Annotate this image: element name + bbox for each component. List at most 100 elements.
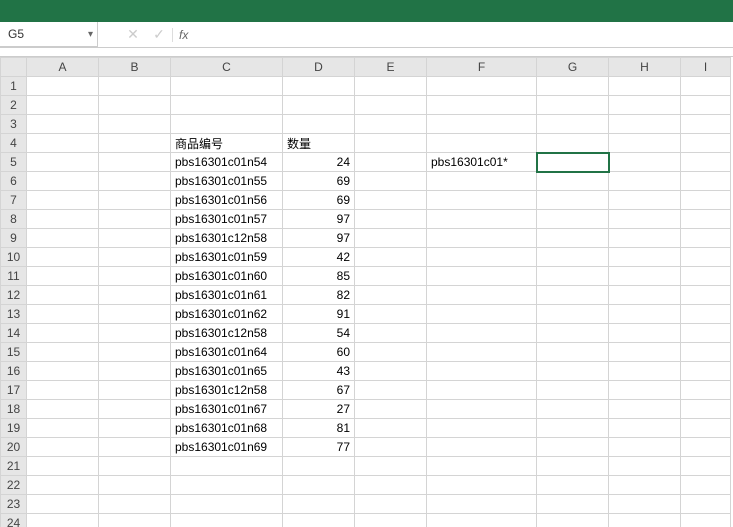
cell-D2[interactable]	[283, 96, 355, 115]
cell-I22[interactable]	[681, 476, 731, 495]
cell-E19[interactable]	[355, 419, 427, 438]
cell-B22[interactable]	[99, 476, 171, 495]
cell-C19[interactable]: pbs16301c01n68	[171, 419, 283, 438]
cell-E1[interactable]	[355, 77, 427, 96]
cell-A12[interactable]	[27, 286, 99, 305]
cell-D14[interactable]: 54	[283, 324, 355, 343]
cell-C10[interactable]: pbs16301c01n59	[171, 248, 283, 267]
cell-E11[interactable]	[355, 267, 427, 286]
cell-E22[interactable]	[355, 476, 427, 495]
cell-E8[interactable]	[355, 210, 427, 229]
row-header-22[interactable]: 22	[1, 476, 27, 495]
cell-G19[interactable]	[537, 419, 609, 438]
cell-F13[interactable]	[427, 305, 537, 324]
cell-I19[interactable]	[681, 419, 731, 438]
cell-A9[interactable]	[27, 229, 99, 248]
row-header-21[interactable]: 21	[1, 457, 27, 476]
row-header-18[interactable]: 18	[1, 400, 27, 419]
cell-E2[interactable]	[355, 96, 427, 115]
cell-C22[interactable]	[171, 476, 283, 495]
cell-G24[interactable]	[537, 514, 609, 527]
cell-E4[interactable]	[355, 134, 427, 153]
cell-I5[interactable]	[681, 153, 731, 172]
cell-B19[interactable]	[99, 419, 171, 438]
cell-C20[interactable]: pbs16301c01n69	[171, 438, 283, 457]
cell-D9[interactable]: 97	[283, 229, 355, 248]
cell-F5[interactable]: pbs16301c01*	[427, 153, 537, 172]
cell-E13[interactable]	[355, 305, 427, 324]
cell-D18[interactable]: 27	[283, 400, 355, 419]
cell-H9[interactable]	[609, 229, 681, 248]
cell-I17[interactable]	[681, 381, 731, 400]
cell-G20[interactable]	[537, 438, 609, 457]
cell-C11[interactable]: pbs16301c01n60	[171, 267, 283, 286]
cell-I18[interactable]	[681, 400, 731, 419]
cell-G8[interactable]	[537, 210, 609, 229]
cell-F20[interactable]	[427, 438, 537, 457]
cell-F3[interactable]	[427, 115, 537, 134]
cell-A15[interactable]	[27, 343, 99, 362]
col-header-C[interactable]: C	[171, 58, 283, 77]
cell-B9[interactable]	[99, 229, 171, 248]
cell-H15[interactable]	[609, 343, 681, 362]
cell-A18[interactable]	[27, 400, 99, 419]
cell-I1[interactable]	[681, 77, 731, 96]
cell-H18[interactable]	[609, 400, 681, 419]
cell-C15[interactable]: pbs16301c01n64	[171, 343, 283, 362]
cell-H11[interactable]	[609, 267, 681, 286]
row-header-7[interactable]: 7	[1, 191, 27, 210]
cell-G15[interactable]	[537, 343, 609, 362]
cell-H21[interactable]	[609, 457, 681, 476]
cell-H6[interactable]	[609, 172, 681, 191]
cell-C9[interactable]: pbs16301c12n58	[171, 229, 283, 248]
cell-D10[interactable]: 42	[283, 248, 355, 267]
cell-C8[interactable]: pbs16301c01n57	[171, 210, 283, 229]
cell-B1[interactable]	[99, 77, 171, 96]
cell-I23[interactable]	[681, 495, 731, 514]
cell-A3[interactable]	[27, 115, 99, 134]
cell-H5[interactable]	[609, 153, 681, 172]
cell-A4[interactable]	[27, 134, 99, 153]
row-header-23[interactable]: 23	[1, 495, 27, 514]
cell-I6[interactable]	[681, 172, 731, 191]
col-header-A[interactable]: A	[27, 58, 99, 77]
cell-G14[interactable]	[537, 324, 609, 343]
cell-E21[interactable]	[355, 457, 427, 476]
cell-G1[interactable]	[537, 77, 609, 96]
cell-I2[interactable]	[681, 96, 731, 115]
cell-B12[interactable]	[99, 286, 171, 305]
cell-E9[interactable]	[355, 229, 427, 248]
cell-I16[interactable]	[681, 362, 731, 381]
cell-I21[interactable]	[681, 457, 731, 476]
cell-H17[interactable]	[609, 381, 681, 400]
cell-A1[interactable]	[27, 77, 99, 96]
row-header-17[interactable]: 17	[1, 381, 27, 400]
cell-B17[interactable]	[99, 381, 171, 400]
cell-A5[interactable]	[27, 153, 99, 172]
cell-D20[interactable]: 77	[283, 438, 355, 457]
cell-G7[interactable]	[537, 191, 609, 210]
cell-E16[interactable]	[355, 362, 427, 381]
row-header-2[interactable]: 2	[1, 96, 27, 115]
row-header-13[interactable]: 13	[1, 305, 27, 324]
cell-B20[interactable]	[99, 438, 171, 457]
cell-H4[interactable]	[609, 134, 681, 153]
cell-F19[interactable]	[427, 419, 537, 438]
cell-A17[interactable]	[27, 381, 99, 400]
cell-H2[interactable]	[609, 96, 681, 115]
row-header-9[interactable]: 9	[1, 229, 27, 248]
cell-B14[interactable]	[99, 324, 171, 343]
cell-C5[interactable]: pbs16301c01n54	[171, 153, 283, 172]
cell-D12[interactable]: 82	[283, 286, 355, 305]
cell-E24[interactable]	[355, 514, 427, 527]
cell-E6[interactable]	[355, 172, 427, 191]
cell-F2[interactable]	[427, 96, 537, 115]
cell-C2[interactable]	[171, 96, 283, 115]
cell-F8[interactable]	[427, 210, 537, 229]
cell-C18[interactable]: pbs16301c01n67	[171, 400, 283, 419]
cell-F4[interactable]	[427, 134, 537, 153]
cell-B8[interactable]	[99, 210, 171, 229]
cell-I14[interactable]	[681, 324, 731, 343]
cell-H22[interactable]	[609, 476, 681, 495]
select-all-corner[interactable]	[1, 58, 27, 77]
